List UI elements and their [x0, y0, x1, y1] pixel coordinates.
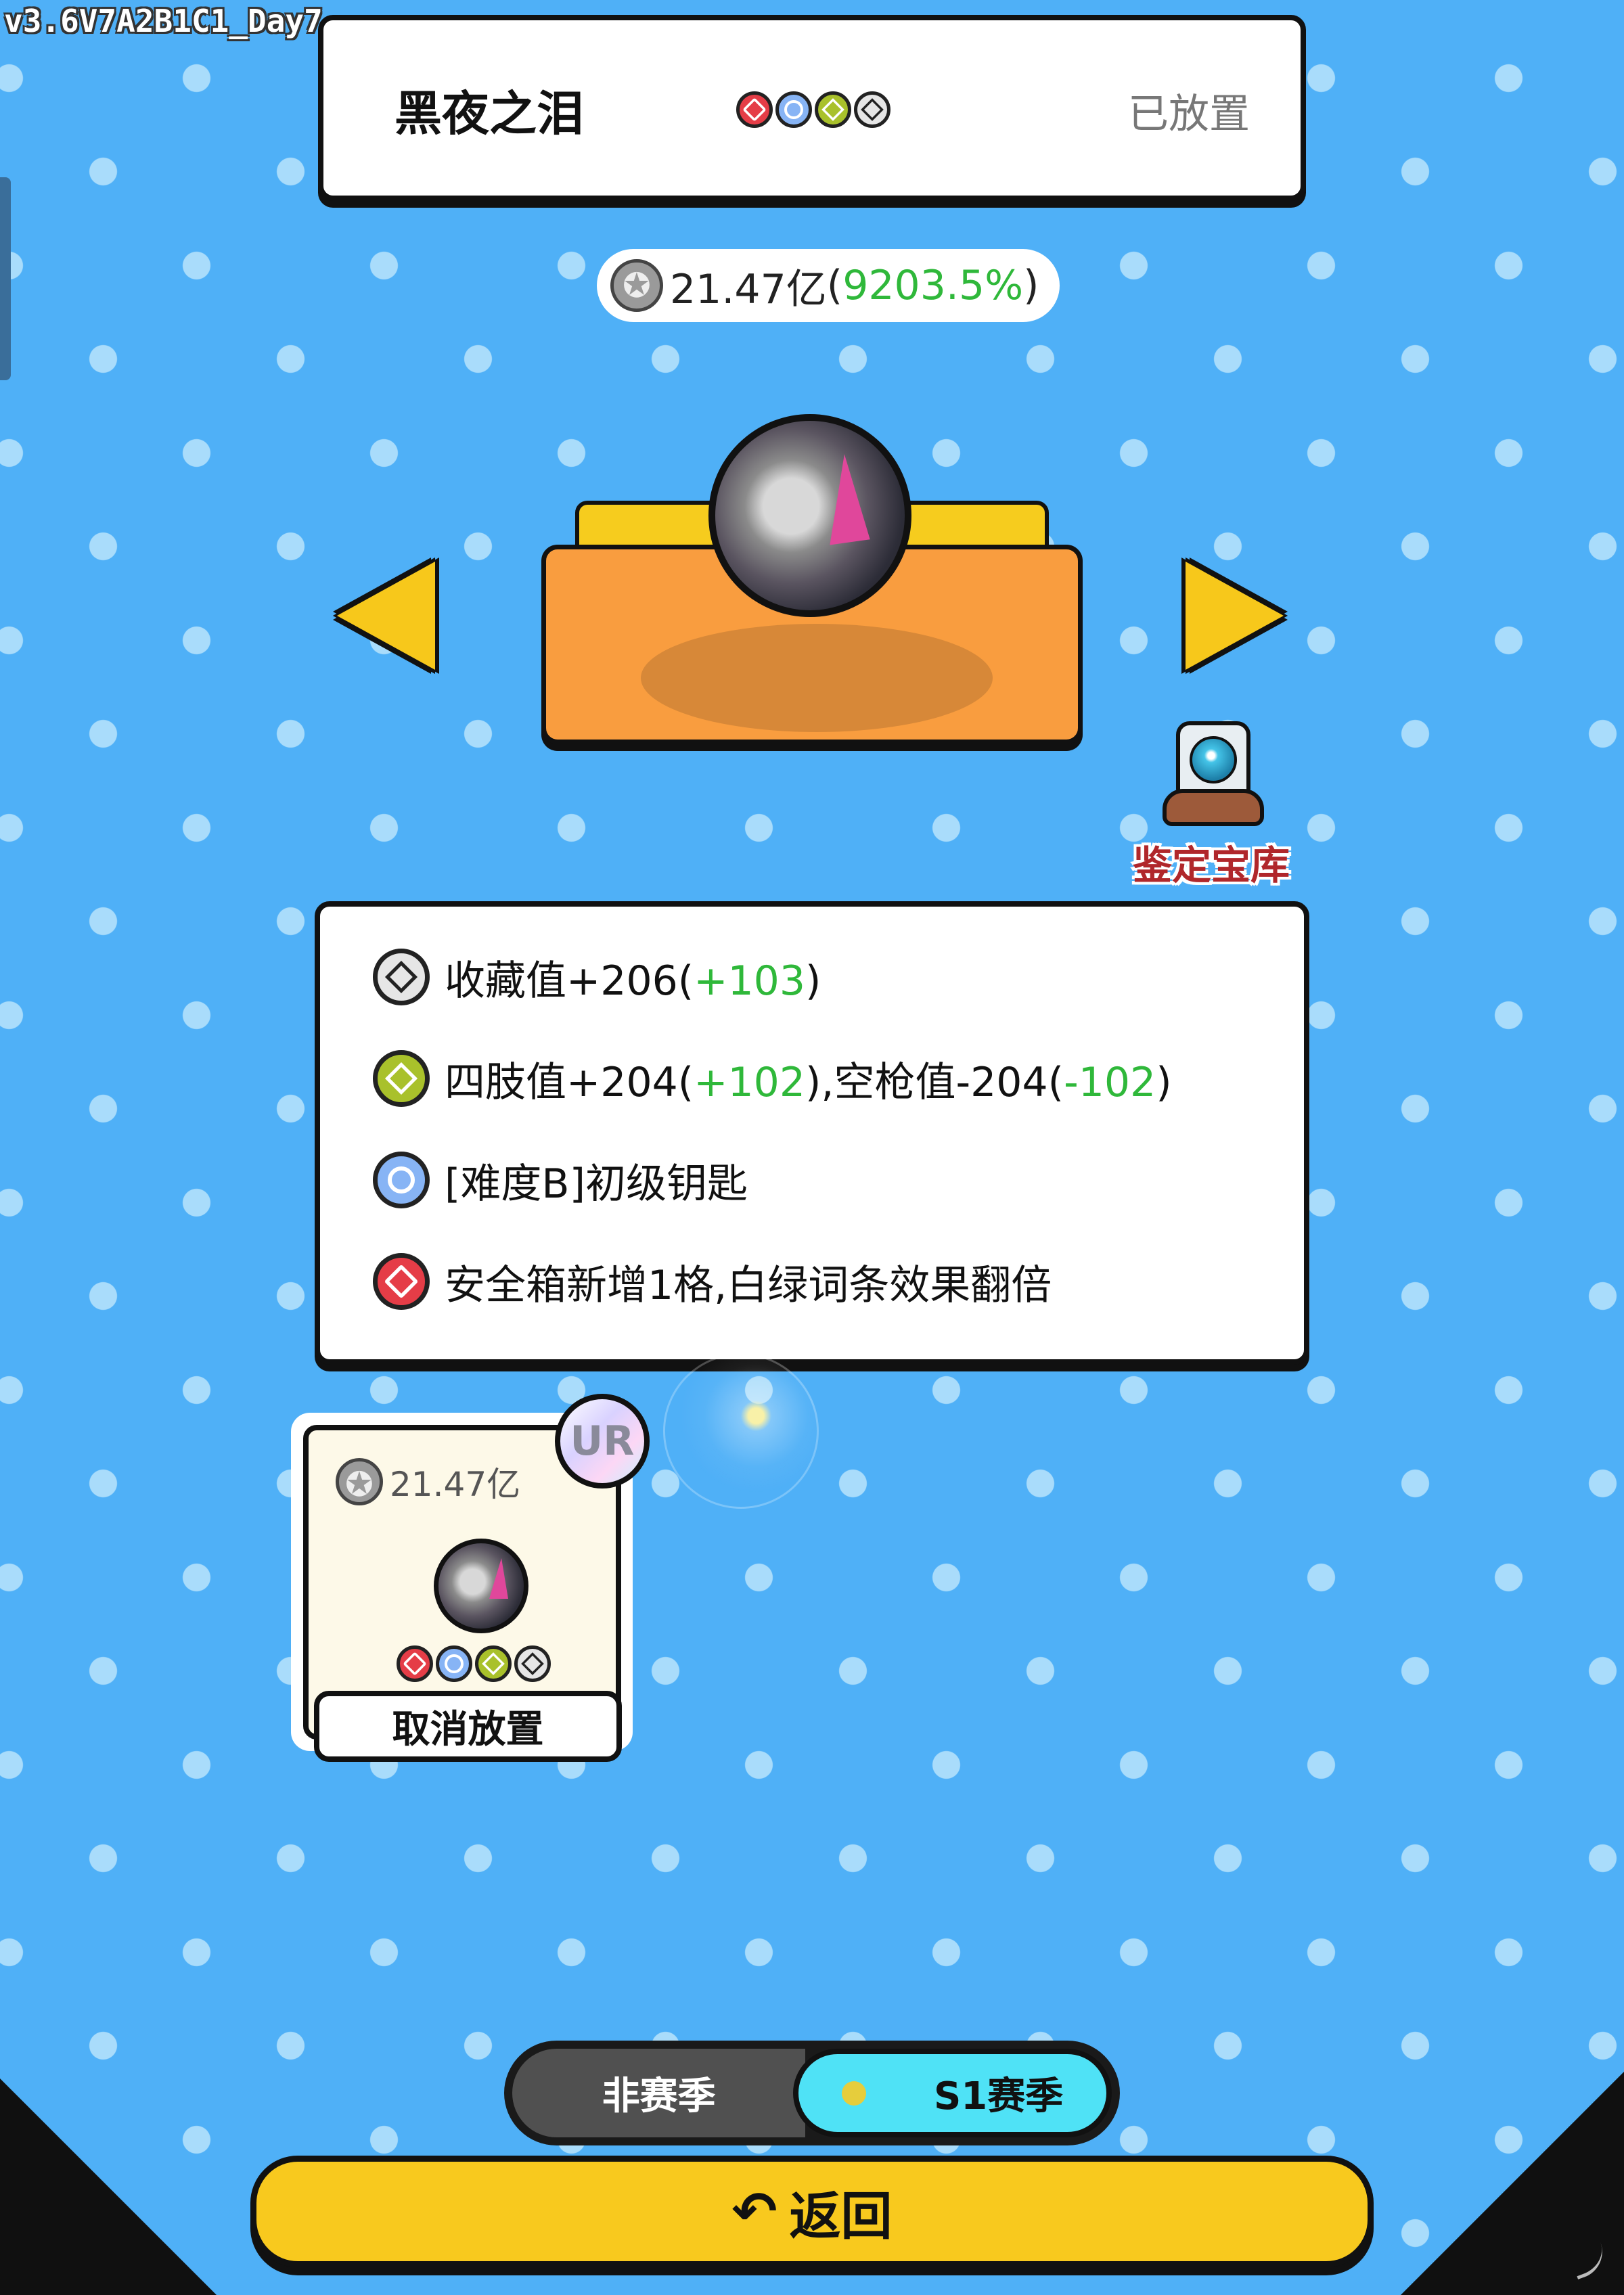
placed-status-label: 已放置: [1128, 91, 1250, 138]
value-percent: 9203.5%: [842, 262, 1024, 309]
item-value-pill: 21.47亿(9203.5%): [597, 249, 1060, 322]
attribute-text-part: 收藏值+206(: [445, 957, 694, 1005]
item-title: 黑夜之泪: [394, 86, 584, 141]
version-label: v3.6V7A2B1C1_Day7: [4, 3, 323, 39]
tab-s1-season-label: S1赛季: [933, 2074, 1064, 2118]
cancel-placement-button[interactable]: 取消放置: [314, 1691, 622, 1762]
corner-mask-left: [0, 2078, 217, 2295]
attribute-text-part: ): [805, 957, 821, 1005]
item-header-panel: 黑夜之泪 已放置: [318, 15, 1306, 201]
green-gem-icon: [815, 91, 851, 128]
attribute-text-part: ): [1156, 1058, 1172, 1106]
attribute-text-part: ),空枪值-204(: [805, 1058, 1064, 1106]
card-orb-image: [434, 1539, 528, 1633]
pedestal-shadow: [641, 624, 993, 732]
back-button-label: 返回: [789, 2185, 893, 2246]
attribute-row: 收藏值+206(+103): [373, 947, 1172, 1007]
white-gem-icon: [514, 1645, 551, 1682]
red-gem-icon: [397, 1645, 433, 1682]
attribute-text-part: -102: [1064, 1058, 1156, 1106]
blue-gem-icon: [436, 1645, 472, 1682]
attribute-text-part: 四肢值+204(: [445, 1058, 694, 1106]
card-value-amount: 21.47亿: [390, 1465, 521, 1504]
red-gem-icon: [373, 1253, 430, 1310]
vault-label: 鉴定宝库: [1132, 842, 1290, 888]
value-paren-close: ): [1023, 262, 1039, 309]
green-gem-icon: [373, 1050, 430, 1107]
side-pull-tab[interactable]: [0, 177, 11, 380]
tab-s1-season[interactable]: S1赛季: [793, 2049, 1112, 2137]
blue-gem-icon: [775, 91, 812, 128]
value-paren-open: (: [826, 262, 843, 309]
attribute-row: 安全箱新增1格,白绿词条效果翻倍: [373, 1252, 1172, 1311]
sparkle-effect: [663, 1353, 819, 1509]
value-amount: 21.47亿: [670, 265, 827, 313]
attribute-list: 收藏值+206(+103) 四肢值+204(+102),空枪值-204(-102)…: [373, 947, 1172, 1311]
item-orb-image: [708, 414, 911, 617]
tab-off-season[interactable]: 非赛季: [512, 2049, 806, 2137]
silver-coin-icon: [610, 259, 663, 312]
back-button[interactable]: ↶ 返回: [250, 2156, 1374, 2267]
white-gem-icon: [373, 949, 430, 1005]
item-gem-row: [736, 91, 890, 128]
vault-eye-icon: [1163, 721, 1264, 836]
undo-arrow-icon: ↶: [731, 2180, 777, 2243]
season-toggle[interactable]: 非赛季 S1赛季: [504, 2041, 1120, 2145]
attribute-text-part: [难度B]初级钥匙: [445, 1160, 748, 1208]
appraisal-vault-button[interactable]: 鉴定宝库: [1123, 717, 1299, 893]
attribute-text: 四肢值+204(+102),空枪值-204(-102): [445, 1049, 1172, 1108]
attribute-text: 安全箱新增1格,白绿词条效果翻倍: [445, 1252, 1052, 1311]
attribute-row: 四肢值+204(+102),空枪值-204(-102): [373, 1049, 1172, 1108]
next-item-arrow-icon[interactable]: [1186, 562, 1284, 670]
attribute-text: [难度B]初级钥匙: [445, 1151, 748, 1210]
white-gem-icon: [854, 91, 890, 128]
attribute-text-part: +103: [694, 957, 805, 1005]
attribute-row: [难度B]初级钥匙: [373, 1150, 1172, 1210]
card-value: 21.47亿: [336, 1457, 520, 1506]
attribute-text: 收藏值+206(+103): [445, 948, 821, 1007]
green-gem-icon: [475, 1645, 512, 1682]
blue-gem-icon: [373, 1152, 430, 1208]
toggle-knob-icon: [841, 2081, 866, 2106]
red-gem-icon: [736, 91, 773, 128]
previous-item-arrow-icon[interactable]: [337, 562, 435, 670]
attribute-text-part: 安全箱新增1格,白绿词条效果翻倍: [445, 1261, 1052, 1309]
silver-coin-icon: [336, 1458, 383, 1505]
card-gem-row: [397, 1645, 551, 1682]
attribute-text-part: +102: [694, 1058, 805, 1106]
rarity-badge: UR: [555, 1394, 650, 1489]
attribute-panel: 收藏值+206(+103) 四肢值+204(+102),空枪值-204(-102)…: [315, 901, 1309, 1365]
